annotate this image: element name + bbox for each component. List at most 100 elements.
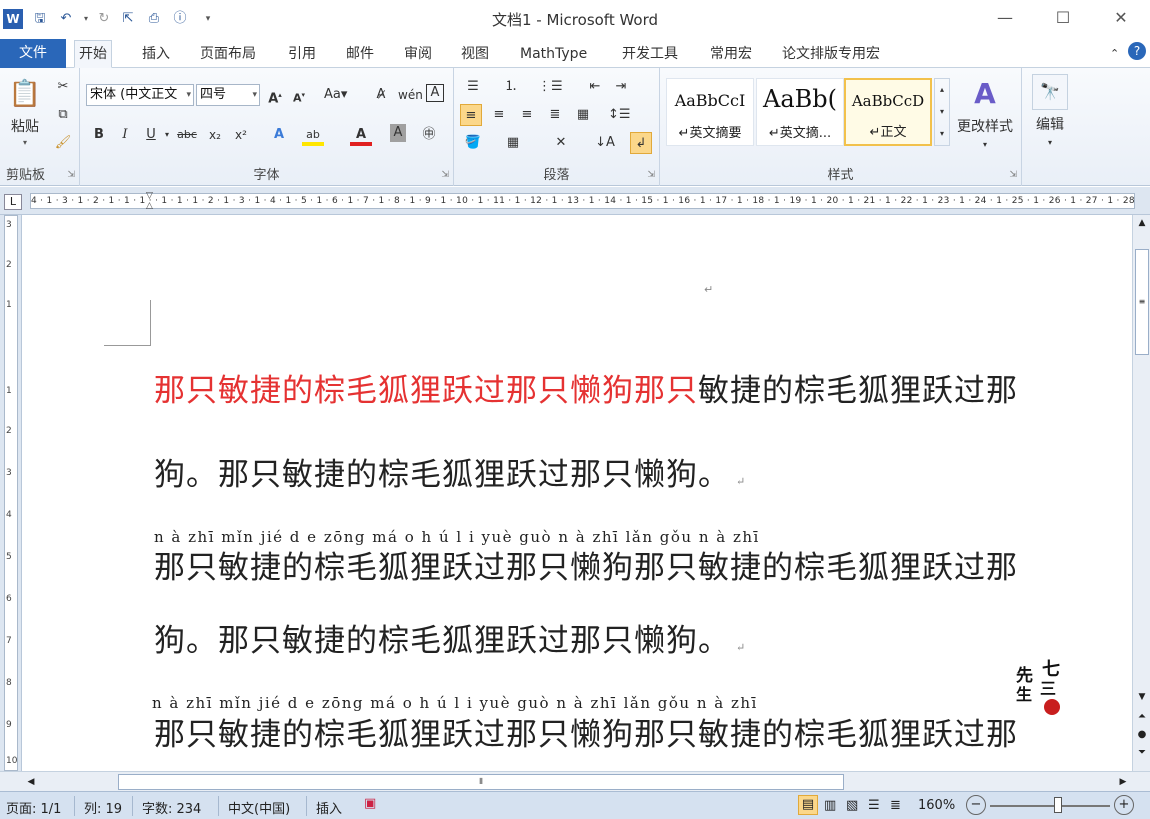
chinese-layout-icon[interactable]: ✕	[550, 132, 572, 154]
grow-font-icon[interactable]: A▴	[264, 84, 286, 106]
superscript-button[interactable]: x²	[230, 124, 252, 146]
underline-dropdown-icon[interactable]: ▾	[156, 124, 178, 146]
scroll-down-icon[interactable]: ▼	[1135, 689, 1149, 705]
font-name-dropdown-icon[interactable]: ▾	[186, 85, 191, 105]
cut-icon[interactable]: ✂	[52, 76, 74, 98]
tab-references[interactable]: 引用	[284, 43, 320, 67]
font-name-combo[interactable]: 宋体 (中文正文 ▾	[86, 84, 194, 106]
clipboard-launcher-icon[interactable]: ⇲	[67, 170, 75, 180]
column-indicator[interactable]: 列: 19	[84, 798, 122, 817]
editing-dropdown-icon[interactable]: ▾	[1026, 134, 1074, 152]
justify-button[interactable]: ≣	[544, 104, 566, 126]
editing-button[interactable]: 编辑	[1026, 116, 1074, 134]
text-line-3[interactable]: 那只敏捷的棕毛狐狸跃过那只懒狗那只敏捷的棕毛狐狸跃过那	[154, 542, 1018, 587]
page-count[interactable]: 页面: 1/1	[6, 798, 61, 817]
zoom-slider-track[interactable]	[990, 805, 1110, 807]
web-layout-icon[interactable]: ▧	[846, 798, 858, 813]
print-layout-view-icon[interactable]: ▤	[798, 795, 818, 815]
paste-icon[interactable]: 📋	[6, 76, 44, 112]
strikethrough-button[interactable]: abc	[176, 124, 198, 146]
style-english-abstract-2[interactable]: AaBb( ↵英文摘...	[756, 78, 844, 146]
show-marks-button[interactable]: ↲	[630, 132, 652, 154]
tab-page-layout[interactable]: 页面布局	[196, 43, 260, 67]
font-size-dropdown-icon[interactable]: ▾	[252, 85, 257, 105]
next-page-icon[interactable]: ⏷	[1135, 747, 1149, 763]
italic-button[interactable]: I	[114, 124, 136, 146]
outline-view-icon[interactable]: ☰	[868, 798, 880, 813]
styles-launcher-icon[interactable]: ⇲	[1009, 170, 1017, 180]
horizontal-scrollbar[interactable]: ◀ ⦀ ▶	[0, 771, 1150, 791]
insert-mode-indicator[interactable]: 插入	[316, 798, 342, 817]
word-count[interactable]: 字数: 234	[142, 798, 201, 817]
scroll-left-icon[interactable]: ◀	[24, 774, 38, 790]
increase-indent-icon[interactable]: ⇥	[610, 76, 632, 98]
tab-developer[interactable]: 开发工具	[618, 43, 682, 67]
text-line-1[interactable]: 那只敏捷的棕毛狐狸跃过那只懒狗那只敏捷的棕毛狐狸跃过那	[154, 365, 1018, 410]
tab-file[interactable]: 文件	[0, 39, 66, 68]
vertical-scrollbar[interactable]: ▲ ≡ ▼ ⏶ ● ⏷	[1132, 215, 1150, 771]
align-left-button[interactable]: ≡	[460, 104, 482, 126]
borders-icon[interactable]: ▦	[502, 132, 524, 154]
tab-insert[interactable]: 插入	[138, 43, 174, 67]
character-border-icon[interactable]: A	[426, 84, 444, 102]
style-english-abstract[interactable]: AaBbCcI ↵英文摘要	[666, 78, 754, 146]
text-line-4[interactable]: 狗。那只敏捷的棕毛狐狸跃过那只懒狗。 ↵	[154, 615, 746, 660]
text-line-2[interactable]: 狗。那只敏捷的棕毛狐狸跃过那只懒狗。 ↵	[154, 449, 746, 494]
previous-page-icon[interactable]: ⏶	[1135, 711, 1149, 727]
macro-record-icon[interactable]: ▣	[364, 796, 376, 811]
change-styles-dropdown-icon[interactable]: ▾	[952, 136, 1018, 154]
paste-dropdown-icon[interactable]: ▾	[4, 134, 46, 152]
copy-icon[interactable]: ⧉	[52, 104, 74, 126]
minimize-button[interactable]: —	[982, 6, 1028, 30]
font-color-icon[interactable]: A	[350, 124, 372, 146]
clear-formatting-icon[interactable]: A̷	[370, 84, 392, 106]
scroll-up-icon[interactable]: ▲	[1135, 215, 1149, 231]
zoom-in-button[interactable]: +	[1114, 795, 1134, 815]
enclose-characters-icon[interactable]: ㊥	[418, 124, 440, 146]
styles-scroll-icon[interactable]: ▴ ▾ ▾	[934, 78, 950, 146]
bold-button[interactable]: B	[88, 124, 110, 146]
full-screen-reading-icon[interactable]: ▥	[824, 798, 836, 813]
help-icon[interactable]: ?	[1128, 42, 1146, 60]
align-right-button[interactable]: ≡	[516, 104, 538, 126]
numbering-icon[interactable]: ⒈	[500, 76, 522, 98]
indent-marker-icon[interactable]: ▽ △	[146, 191, 155, 213]
shrink-font-icon[interactable]: A▾	[288, 84, 310, 106]
shading-icon[interactable]: 🪣	[462, 132, 484, 154]
horizontal-scroll-thumb[interactable]: ⦀	[118, 774, 844, 790]
maximize-button[interactable]: ☐	[1040, 6, 1086, 30]
paragraph-launcher-icon[interactable]: ⇲	[647, 170, 655, 180]
zoom-out-button[interactable]: −	[966, 795, 986, 815]
bullets-icon[interactable]: ☰	[462, 76, 484, 98]
close-button[interactable]: ✕	[1098, 6, 1144, 30]
scroll-right-icon[interactable]: ▶	[1116, 774, 1130, 790]
style-normal[interactable]: AaBbCcD ↵正文	[844, 78, 932, 146]
font-launcher-icon[interactable]: ⇲	[441, 170, 449, 180]
sort-icon[interactable]: ↓A	[594, 132, 616, 154]
text-effects-icon[interactable]: A	[268, 124, 290, 146]
language-indicator[interactable]: 中文(中国)	[228, 798, 290, 817]
tab-home[interactable]: 开始	[74, 40, 112, 68]
collapse-ribbon-icon[interactable]: ⌃	[1106, 43, 1123, 67]
vertical-scroll-thumb[interactable]: ≡	[1135, 249, 1149, 355]
tab-mailings[interactable]: 邮件	[342, 43, 378, 67]
change-styles-button[interactable]: 更改样式	[952, 118, 1018, 136]
phonetic-guide-icon[interactable]: wén	[398, 84, 423, 106]
multilevel-list-icon[interactable]: ⋮☰	[538, 76, 563, 98]
align-center-button[interactable]: ≡	[488, 104, 510, 126]
browse-object-icon[interactable]: ●	[1135, 729, 1149, 745]
draft-view-icon[interactable]: ≣	[890, 798, 901, 813]
format-painter-icon[interactable]: 🖌	[52, 132, 74, 154]
subscript-button[interactable]: x₂	[204, 124, 226, 146]
horizontal-ruler[interactable]: L 4 · 1 · 3 · 1 · 2 · 1 · 1 · 1 · · 1 · …	[0, 187, 1150, 215]
character-shading-icon[interactable]: A	[390, 124, 406, 142]
change-styles-icon[interactable]: A	[952, 76, 1018, 112]
tab-thesis-macros[interactable]: 论文排版专用宏	[778, 43, 884, 67]
tab-selector-icon[interactable]: L	[4, 194, 22, 210]
zoom-slider-thumb[interactable]	[1054, 797, 1062, 813]
text-highlight-icon[interactable]: ab	[302, 124, 324, 146]
document-page[interactable]: ↵ 那只敏捷的棕毛狐狸跃过那只懒狗那只敏捷的棕毛狐狸跃过那 狗。那只敏捷的棕毛狐…	[22, 215, 1132, 771]
text-line-5[interactable]: 那只敏捷的棕毛狐狸跃过那只懒狗那只敏捷的棕毛狐狸跃过那	[154, 709, 1018, 754]
decrease-indent-icon[interactable]: ⇤	[584, 76, 606, 98]
tab-review[interactable]: 审阅	[400, 43, 436, 67]
